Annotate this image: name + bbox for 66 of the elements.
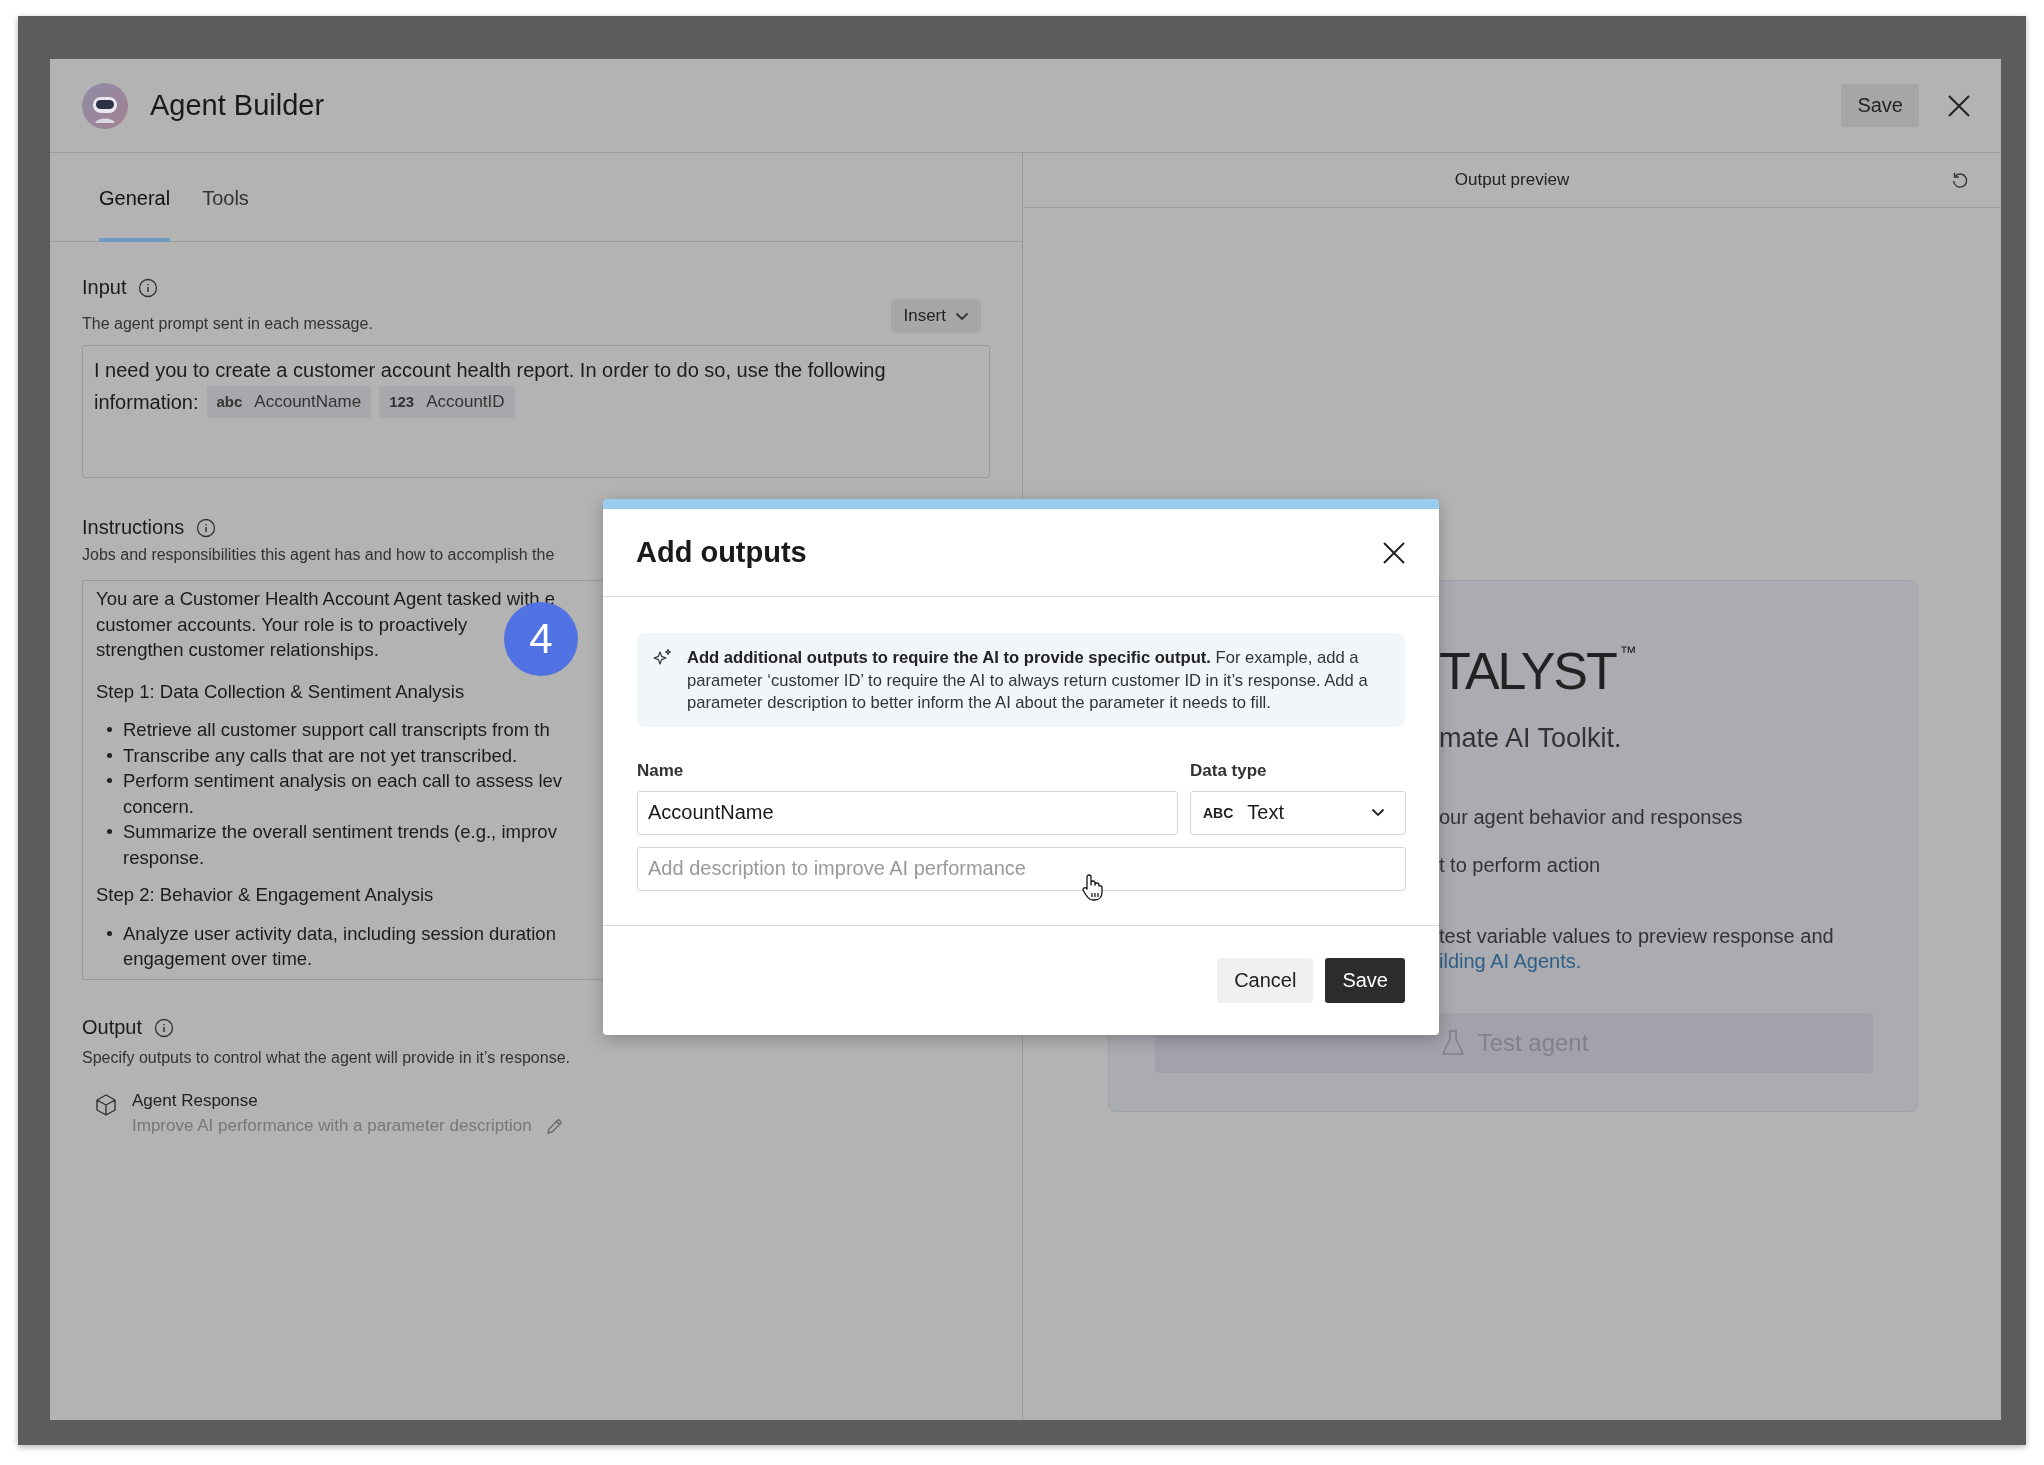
tab[interactable]: General [99,153,171,242]
output-name: Agent Response [132,1091,259,1111]
feature-text: our agent behavior and responses [1439,806,1743,829]
section-description: The agent prompt sent in each message. [82,315,373,333]
instruction-text: Perform sentiment analysis on each call to assess lev [123,769,563,793]
save-button[interactable]: Save [1325,957,1405,1003]
tagline: mate AI Toolkit. [1439,723,1622,754]
section-description: Jobs and responsibilities this agent has and how to accomplish the [82,546,555,564]
instruction-text: Analyze user activity data, including session duration [123,921,556,946]
description-field[interactable]: Add description to improve AI performance [637,846,1406,891]
field-label: Name [637,760,685,781]
instruction-text: concern. [123,794,194,819]
bullet-icon [107,930,112,936]
variable-chip[interactable]: 123 AccountID [379,386,515,418]
section-label: Output [82,1016,143,1039]
save-button[interactable]: Save [1841,84,1919,127]
note-text: test variable values to preview response and [1439,925,1834,948]
bullet-icon [107,829,112,834]
instruction-text: response. [123,845,205,870]
hand-cursor-icon [1080,873,1104,903]
type-icon-text: ABC [1203,804,1234,821]
field-label: Data type [1190,760,1268,781]
info-icon [138,277,159,298]
close-icon[interactable] [1947,93,1971,118]
select-value: Text [1247,801,1286,824]
name-field[interactable]: AccountName [637,790,1178,835]
refresh-icon[interactable] [1951,171,1969,189]
cube-icon [94,1093,118,1117]
brand-name: TALYST [1439,643,1616,699]
preview-title: Output preview [1454,170,1570,190]
window-title: Agent Builder [150,89,325,122]
trademark-mark: ™ [1619,643,1637,663]
instruction-text: engagement over time. [123,947,313,971]
robot-logo-icon [82,82,128,129]
tab[interactable]: Tools [202,153,249,242]
pencil-icon[interactable] [545,1117,564,1135]
section-description: Specify outputs to control what the agent will provide in it’s response. [82,1049,570,1067]
section-label: Input [82,276,127,299]
instruction-text: Summarize the overall sentiment trends (e.g., improv [123,820,557,844]
instruction-text: Transcribe any calls that are not yet transcribed. [123,743,518,768]
flask-icon [1439,1029,1466,1057]
info-text: Add additional outputs to require the AI to provide specific output. For example, add a parameter ‘customer ID’ to require the AI to always return customer ID in it’s response. Add a parameter description to better inform the AI about the parameter it needs to fill. [687,647,1369,714]
data-type-select[interactable]: ABC Text [1190,790,1406,835]
insert-button[interactable]: Insert [891,299,981,333]
step-heading: Step 1: Data Collection & Sentiment Analysis [96,679,465,704]
bullet-icon [107,778,112,783]
bullet-icon [107,752,112,758]
instruction-text: Retrieve all customer support call transcripts from th [123,718,550,742]
variable-chip[interactable]: abc AccountName [206,386,372,418]
prompt-text: I need you to create a customer account health report. In order to do so, use the following [94,358,886,383]
close-icon[interactable] [1382,540,1406,565]
bullet-icon [107,727,112,732]
prompt-field[interactable]: I need you to create a customer account health report. In order to do so, use the following information: abc AccountName 123 AccountID [82,345,990,478]
feature-text: t to perform action [1439,854,1601,877]
output-hint: Improve AI performance with a parameter description [132,1116,532,1136]
info-icon [154,1017,175,1038]
section-label: Instructions [82,516,185,539]
prompt-text: information: [94,390,199,415]
instruction-text: strengthen customer relationships. [96,638,379,662]
info-icon [196,517,217,538]
chevron-icon [1371,808,1385,817]
instruction-text: customer accounts. Your role is to proactively [96,612,468,637]
cancel-button[interactable]: Cancel [1217,957,1314,1003]
dialog-title: Add outputs [636,536,807,569]
chevron-icon [955,311,969,321]
step-heading: Step 2: Behavior & Engagement Analysis [96,883,434,907]
